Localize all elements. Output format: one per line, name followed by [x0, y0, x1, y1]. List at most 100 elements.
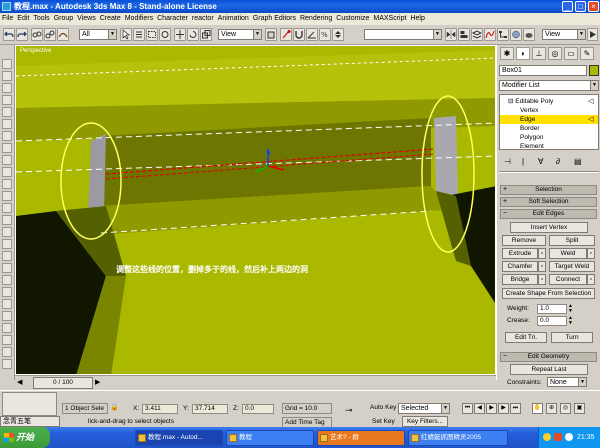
- menu-graph-editors[interactable]: Graph Editors: [251, 13, 298, 25]
- constraints-dropdown[interactable]: None ▼: [547, 377, 587, 387]
- tab-panel-button[interactable]: [2, 311, 12, 321]
- perspective-viewport[interactable]: Perspective 调整这些线的位置，删掉多于的线，然后补上两边的洞: [15, 45, 496, 375]
- tab-panel-button[interactable]: [2, 347, 12, 357]
- weld-settings-button[interactable]: ▫: [587, 248, 595, 259]
- menu-reactor[interactable]: reactor: [190, 13, 216, 25]
- tab-motion[interactable]: ◎: [548, 47, 562, 60]
- select-object-button[interactable]: [120, 28, 132, 41]
- bridge-button[interactable]: Bridge: [502, 274, 538, 285]
- render-scene-button[interactable]: [523, 28, 535, 41]
- tab-panel-button[interactable]: [2, 287, 12, 297]
- connect-settings-button[interactable]: ▫: [587, 274, 595, 285]
- create-shape-from-selection-button[interactable]: Create Shape From Selection: [502, 288, 595, 299]
- align-button[interactable]: [458, 28, 470, 41]
- select-and-link-button[interactable]: [31, 28, 43, 41]
- minimize-button[interactable]: _: [562, 1, 573, 12]
- target-weld-button[interactable]: Target Weld: [549, 261, 595, 272]
- arrow-right-icon[interactable]: ▶: [95, 378, 100, 386]
- percent-snap-button[interactable]: %: [319, 28, 331, 41]
- spinner-arrows-icon[interactable]: ▲ ▼: [568, 304, 573, 314]
- menu-help[interactable]: Help: [408, 13, 426, 25]
- stack-item-vertex[interactable]: Vertex: [500, 106, 598, 115]
- go-to-start-button[interactable]: ⏮: [462, 403, 473, 414]
- menu-maxscript[interactable]: MAXScript: [371, 13, 408, 25]
- layer-manager-button[interactable]: [471, 28, 483, 41]
- task-3dsmax[interactable]: 教程.max - Autod...: [135, 430, 223, 446]
- weld-button[interactable]: Weld: [549, 248, 587, 259]
- time-slider[interactable]: 0 / 100: [33, 377, 93, 389]
- menu-views[interactable]: Views: [75, 13, 98, 25]
- stack-item-polygon[interactable]: Polygon: [500, 133, 598, 142]
- bind-space-warp-button[interactable]: [57, 28, 69, 41]
- object-color-swatch[interactable]: [589, 65, 599, 76]
- tab-panel-button[interactable]: [2, 335, 12, 345]
- menu-edit[interactable]: Edit: [15, 13, 31, 25]
- arrow-left-icon[interactable]: ◀: [17, 378, 22, 386]
- window-crossing-button[interactable]: [159, 28, 171, 41]
- previous-frame-button[interactable]: ◀: [474, 403, 485, 414]
- curve-editor-button[interactable]: [484, 28, 496, 41]
- tab-panel-button[interactable]: [2, 95, 12, 105]
- y-coordinate-field[interactable]: 37.714: [192, 404, 228, 414]
- menu-file[interactable]: File: [0, 13, 15, 25]
- show-end-result-icon[interactable]: |: [522, 157, 524, 166]
- mirror-button[interactable]: [445, 28, 457, 41]
- object-name-field[interactable]: Box01: [499, 65, 587, 76]
- tab-panel-button[interactable]: [2, 71, 12, 81]
- tab-panel-button[interactable]: [2, 83, 12, 93]
- turn-button[interactable]: Turn: [551, 332, 593, 343]
- key-mode-dropdown[interactable]: Selected ▼: [398, 403, 450, 414]
- nav-maximize-button[interactable]: ▣: [574, 403, 585, 414]
- schematic-view-button[interactable]: [497, 28, 509, 41]
- viewport-scene[interactable]: [16, 46, 496, 375]
- tab-panel-button[interactable]: [2, 299, 12, 309]
- select-scale-button[interactable]: [200, 28, 212, 41]
- tray-icon[interactable]: [565, 433, 573, 441]
- named-selection-sets-dropdown[interactable]: ▼: [364, 29, 442, 40]
- menu-group[interactable]: Group: [52, 13, 75, 25]
- maximize-button[interactable]: □: [575, 1, 586, 12]
- select-rotate-button[interactable]: [187, 28, 199, 41]
- tab-panel-button[interactable]: [2, 59, 12, 69]
- snaps-toggle-button[interactable]: [293, 28, 305, 41]
- stack-item-element[interactable]: Element: [500, 142, 598, 151]
- reference-coordinate-dropdown[interactable]: View ▼: [218, 29, 262, 40]
- tab-utilities[interactable]: ✎: [580, 47, 594, 60]
- chamfer-button[interactable]: Chamfer: [502, 261, 538, 272]
- tab-panel-button[interactable]: [2, 191, 12, 201]
- tab-panel-button[interactable]: [2, 215, 12, 225]
- rollout-edit-geometry[interactable]: − Edit Geometry: [500, 352, 597, 362]
- tab-panel-button[interactable]: [2, 203, 12, 213]
- key-icon[interactable]: ⊸: [345, 405, 353, 416]
- close-button[interactable]: ×: [588, 1, 599, 12]
- split-button[interactable]: Split: [549, 235, 595, 246]
- extrude-button[interactable]: Extrude: [502, 248, 538, 259]
- menu-modifiers[interactable]: Modifiers: [123, 13, 155, 25]
- nav-pan-button[interactable]: ✋: [532, 403, 543, 414]
- rollout-selection[interactable]: + Selection: [500, 185, 597, 195]
- tab-panel-button[interactable]: [2, 179, 12, 189]
- spinner-arrows-icon[interactable]: ▲ ▼: [568, 316, 573, 326]
- tab-panel-button[interactable]: [2, 167, 12, 177]
- menu-create[interactable]: Create: [98, 13, 123, 25]
- tray-icon[interactable]: [543, 433, 551, 441]
- tab-panel-button[interactable]: [2, 251, 12, 261]
- chamfer-settings-button[interactable]: ▫: [538, 261, 546, 272]
- ime-status-bar[interactable]: 念青五笔: [0, 416, 60, 427]
- tab-panel-button[interactable]: [2, 131, 12, 141]
- play-button[interactable]: ▶: [486, 403, 497, 414]
- task-screenshot-tool[interactable]: 红蜻蜓抓图精灵2005: [408, 430, 508, 446]
- nav-zoom-button[interactable]: ⊕: [546, 403, 557, 414]
- select-by-name-button[interactable]: [133, 28, 145, 41]
- select-move-button[interactable]: [174, 28, 186, 41]
- task-chat-group[interactable]: 艺术? - 群: [317, 430, 405, 446]
- go-to-end-button[interactable]: ⏭: [510, 403, 521, 414]
- modifier-list-dropdown[interactable]: Modifier List ▼: [499, 80, 599, 91]
- undo-button[interactable]: [3, 28, 15, 41]
- lock-selection-icon[interactable]: 🔒: [110, 403, 120, 414]
- make-unique-icon[interactable]: ∀: [538, 157, 543, 166]
- configure-sets-icon[interactable]: ▤: [574, 157, 582, 166]
- quick-render-button[interactable]: [587, 28, 598, 41]
- remove-button[interactable]: Remove: [502, 235, 546, 246]
- rollout-soft-selection[interactable]: + Soft Selection: [500, 197, 597, 207]
